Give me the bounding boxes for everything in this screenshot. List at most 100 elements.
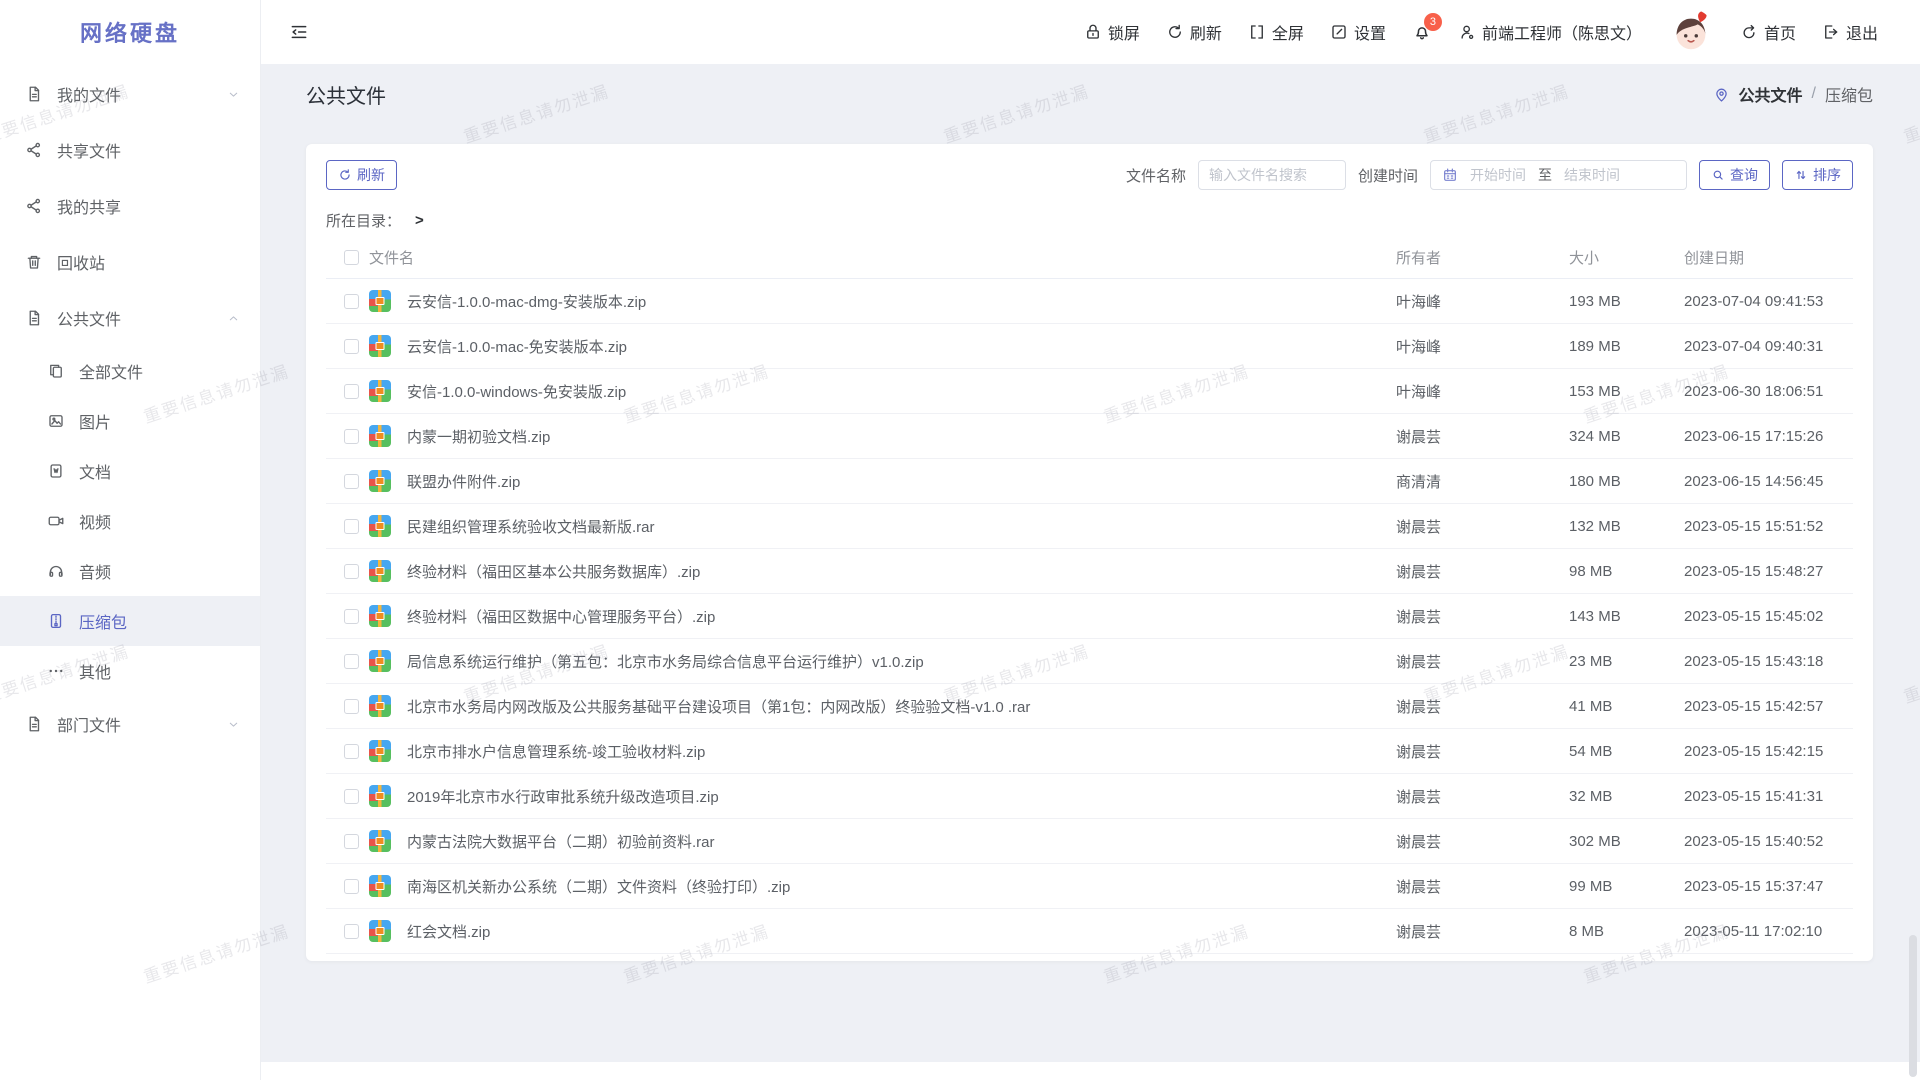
create-time-label: 创建时间 xyxy=(1358,165,1418,186)
sidebar-item-label: 压缩包 xyxy=(79,609,240,633)
table-row[interactable]: 终验材料（福田区基本公共服务数据库）.zip 谢晨芸 98 MB 2023-05… xyxy=(326,549,1853,594)
table-row[interactable]: 云安信-1.0.0-mac-免安装版本.zip 叶海峰 189 MB 2023-… xyxy=(326,324,1853,369)
table-row[interactable]: 联盟办件附件.zip 商清清 180 MB 2023-06-15 14:56:4… xyxy=(326,459,1853,504)
table-row[interactable]: 内蒙古法院大数据平台（二期）初验前资料.rar 谢晨芸 302 MB 2023-… xyxy=(326,819,1853,864)
file-size: 193 MB xyxy=(1569,293,1684,310)
sidebar-item-视频[interactable]: 视频 xyxy=(0,496,260,546)
query-button[interactable]: 查询 xyxy=(1699,160,1770,190)
breadcrumb-root[interactable]: 公共文件 xyxy=(1739,82,1803,106)
file-owner: 谢晨芸 xyxy=(1396,651,1569,672)
row-checkbox[interactable] xyxy=(344,789,359,804)
sidebar-item-全部文件[interactable]: 全部文件 xyxy=(0,346,260,396)
sidebar-item-文档[interactable]: 文档 xyxy=(0,446,260,496)
logout-button[interactable]: 退出 xyxy=(1822,20,1878,44)
list-refresh-button[interactable]: 刷新 xyxy=(326,160,397,190)
select-all-checkbox[interactable] xyxy=(344,250,359,265)
file-name[interactable]: 终验材料（福田区数据中心管理服务平台）.zip xyxy=(407,606,1396,627)
zip-file-icon xyxy=(369,605,391,627)
file-name[interactable]: 云安信-1.0.0-mac-免安装版本.zip xyxy=(407,336,1396,357)
row-checkbox[interactable] xyxy=(344,384,359,399)
row-checkbox[interactable] xyxy=(344,474,359,489)
notifications-button[interactable]: 3 xyxy=(1412,22,1432,42)
zip-file-icon xyxy=(369,875,391,897)
sidebar-item-部门文件[interactable]: 部门文件 xyxy=(0,696,260,752)
row-checkbox[interactable] xyxy=(344,339,359,354)
table-row[interactable]: 云安信-1.0.0-mac-dmg-安装版本.zip 叶海峰 193 MB 20… xyxy=(326,279,1853,324)
table-row[interactable]: 终验材料（福田区数据中心管理服务平台）.zip 谢晨芸 143 MB 2023-… xyxy=(326,594,1853,639)
file-name[interactable]: 安信-1.0.0-windows-免安装版.zip xyxy=(407,381,1396,402)
file-size: 54 MB xyxy=(1569,743,1684,760)
sidebar: 网络硬盘 我的文件 共享文件 我的共享 回收站 公共文件 全部文件 图片 文档 … xyxy=(0,0,261,1080)
row-checkbox[interactable] xyxy=(344,879,359,894)
sidebar-item-label: 部门文件 xyxy=(57,712,227,736)
filename-search-input[interactable] xyxy=(1198,160,1346,190)
avatar[interactable] xyxy=(1668,9,1714,55)
row-checkbox[interactable] xyxy=(344,519,359,534)
table-row[interactable]: 南海区机关新办公系统（二期）文件资料（终验打印）.zip 谢晨芸 99 MB 2… xyxy=(326,864,1853,909)
sidebar-item-公共文件[interactable]: 公共文件 xyxy=(0,290,260,346)
end-date-placeholder: 结束时间 xyxy=(1564,165,1620,185)
sidebar-item-图片[interactable]: 图片 xyxy=(0,396,260,446)
sidebar-item-我的共享[interactable]: 我的共享 xyxy=(0,178,260,234)
file-name[interactable]: 云安信-1.0.0-mac-dmg-安装版本.zip xyxy=(407,291,1396,312)
row-checkbox[interactable] xyxy=(344,744,359,759)
file-name[interactable]: 民建组织管理系统验收文档最新版.rar xyxy=(407,516,1396,537)
row-checkbox[interactable] xyxy=(344,294,359,309)
lock-screen-button[interactable]: 锁屏 xyxy=(1084,20,1140,44)
date-range-picker[interactable]: 开始时间 至 结束时间 xyxy=(1430,160,1687,190)
file-table-body: 云安信-1.0.0-mac-dmg-安装版本.zip 叶海峰 193 MB 20… xyxy=(326,279,1853,954)
settings-button[interactable]: 设置 xyxy=(1330,20,1386,44)
row-checkbox[interactable] xyxy=(344,654,359,669)
fullscreen-button[interactable]: 全屏 xyxy=(1248,20,1304,44)
home-button[interactable]: 首页 xyxy=(1740,20,1796,44)
table-row[interactable]: 北京市水务局内网改版及公共服务基础平台建设项目（第1包：内网改版）终验验文档-v… xyxy=(326,684,1853,729)
sidebar-item-我的文件[interactable]: 我的文件 xyxy=(0,66,260,122)
audio-icon xyxy=(46,561,66,581)
directory-root-arrow[interactable]: > xyxy=(415,212,424,229)
table-row[interactable]: 民建组织管理系统验收文档最新版.rar 谢晨芸 132 MB 2023-05-1… xyxy=(326,504,1853,549)
sort-button[interactable]: 排序 xyxy=(1782,160,1853,190)
table-row[interactable]: 北京市排水户信息管理系统-竣工验收材料.zip 谢晨芸 54 MB 2023-0… xyxy=(326,729,1853,774)
row-checkbox[interactable] xyxy=(344,564,359,579)
sidebar-item-label: 其他 xyxy=(79,659,240,683)
row-checkbox[interactable] xyxy=(344,609,359,624)
sidebar-item-label: 全部文件 xyxy=(79,359,240,383)
filter-bar: 文件名称 创建时间 开始时间 至 结束时间 查询 排序 xyxy=(1126,160,1853,190)
row-checkbox[interactable] xyxy=(344,834,359,849)
zip-file-icon xyxy=(369,695,391,717)
table-row[interactable]: 内蒙一期初验文档.zip 谢晨芸 324 MB 2023-06-15 17:15… xyxy=(326,414,1853,459)
table-row[interactable]: 红会文档.zip 谢晨芸 8 MB 2023-05-11 17:02:10 xyxy=(326,909,1853,954)
table-row[interactable]: 局信息系统运行维护（第五包：北京市水务局综合信息平台运行维护）v1.0.zip … xyxy=(326,639,1853,684)
table-row[interactable]: 2019年北京市水行政审批系统升级改造项目.zip 谢晨芸 32 MB 2023… xyxy=(326,774,1853,819)
file-name[interactable]: 内蒙一期初验文档.zip xyxy=(407,426,1396,447)
sidebar-item-其他[interactable]: 其他 xyxy=(0,646,260,696)
file-name[interactable]: 联盟办件附件.zip xyxy=(407,471,1396,492)
row-checkbox[interactable] xyxy=(344,699,359,714)
table-row[interactable]: 安信-1.0.0-windows-免安装版.zip 叶海峰 153 MB 202… xyxy=(326,369,1853,414)
file-name[interactable]: 北京市排水户信息管理系统-竣工验收材料.zip xyxy=(407,741,1396,762)
file-name[interactable]: 2019年北京市水行政审批系统升级改造项目.zip xyxy=(407,786,1396,807)
sidebar-item-回收站[interactable]: 回收站 xyxy=(0,234,260,290)
file-name[interactable]: 终验材料（福田区基本公共服务数据库）.zip xyxy=(407,561,1396,582)
sidebar-item-压缩包[interactable]: 压缩包 xyxy=(0,596,260,646)
file-size: 32 MB xyxy=(1569,788,1684,805)
sidebar-item-共享文件[interactable]: 共享文件 xyxy=(0,122,260,178)
refresh-button[interactable]: 刷新 xyxy=(1166,20,1222,44)
file-size: 132 MB xyxy=(1569,518,1684,535)
file-name[interactable]: 内蒙古法院大数据平台（二期）初验前资料.rar xyxy=(407,831,1396,852)
zip-file-icon xyxy=(369,650,391,672)
file-name[interactable]: 红会文档.zip xyxy=(407,921,1396,942)
file-size: 99 MB xyxy=(1569,878,1684,895)
file-size: 189 MB xyxy=(1569,338,1684,355)
menu-fold-icon[interactable] xyxy=(289,22,309,42)
file-name[interactable]: 局信息系统运行维护（第五包：北京市水务局综合信息平台运行维护）v1.0.zip xyxy=(407,651,1396,672)
sidebar-item-音频[interactable]: 音频 xyxy=(0,546,260,596)
row-checkbox[interactable] xyxy=(344,924,359,939)
row-checkbox[interactable] xyxy=(344,429,359,444)
file-name[interactable]: 北京市水务局内网改版及公共服务基础平台建设项目（第1包：内网改版）终验验文档-v… xyxy=(407,696,1396,717)
file-size: 153 MB xyxy=(1569,383,1684,400)
scrollbar-thumb[interactable] xyxy=(1909,935,1917,1077)
file-owner: 谢晨芸 xyxy=(1396,786,1569,807)
user-menu[interactable]: 前端工程师（陈思文） xyxy=(1458,20,1642,44)
file-name[interactable]: 南海区机关新办公系统（二期）文件资料（终验打印）.zip xyxy=(407,876,1396,897)
